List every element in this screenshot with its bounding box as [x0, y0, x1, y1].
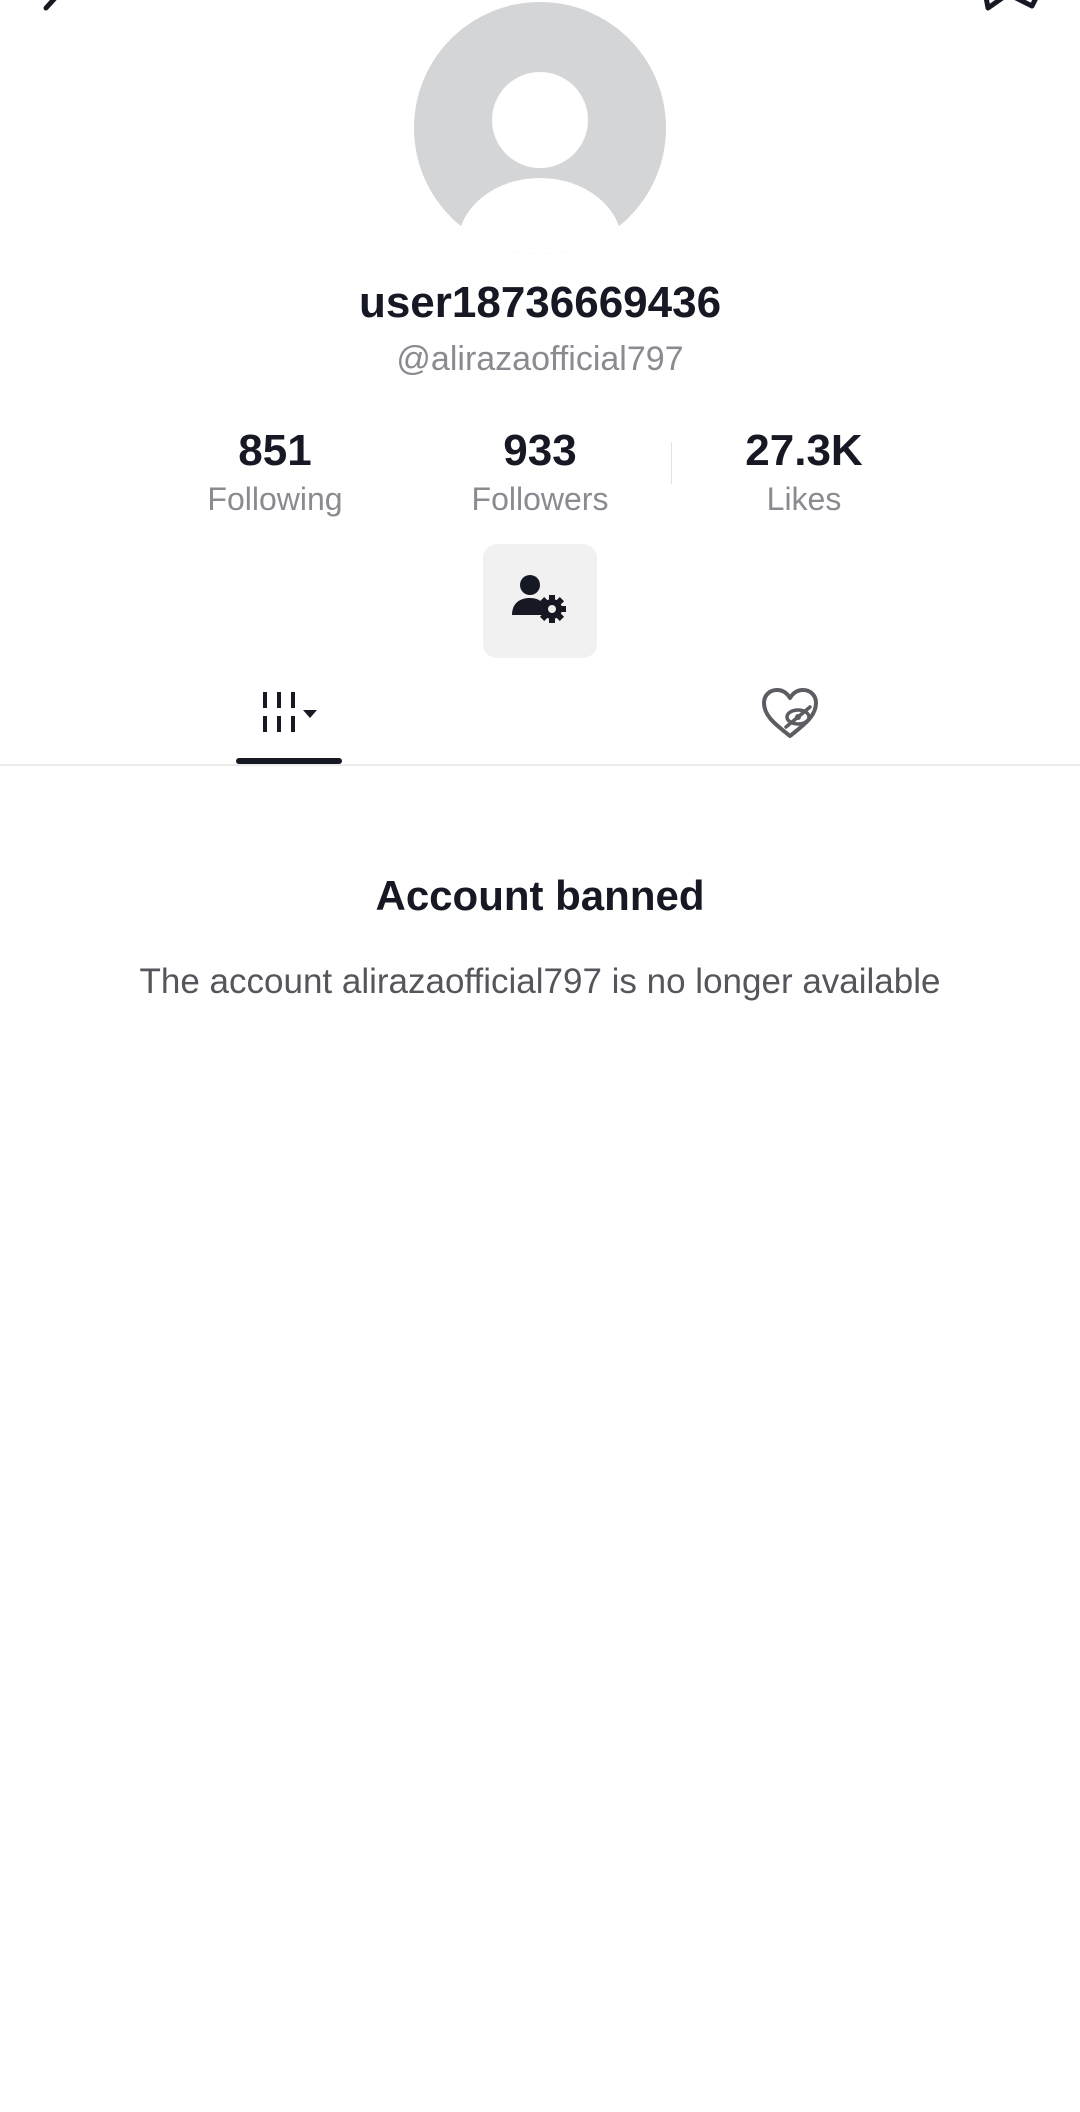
stats-divider — [671, 442, 672, 484]
banned-title: Account banned — [375, 872, 705, 919]
banned-message: The account alirazaofficial797 is no lon… — [139, 962, 941, 1001]
following-stat[interactable]: 851 Following — [145, 426, 405, 520]
back-arrow-icon[interactable] — [36, 0, 96, 26]
followers-stat[interactable]: 933 Followers — [410, 426, 670, 520]
share-icon[interactable] — [980, 0, 1044, 26]
profile-settings-button[interactable] — [483, 544, 597, 658]
videos-grid-icon — [263, 692, 317, 732]
tab-videos[interactable] — [236, 672, 342, 764]
liked-heart-hidden-icon — [762, 688, 818, 738]
following-count: 851 — [238, 426, 312, 475]
followers-count: 933 — [503, 426, 577, 475]
likes-stat[interactable]: 27.3K Likes — [674, 426, 934, 520]
followers-label: Followers — [471, 481, 609, 517]
likes-count: 27.3K — [745, 426, 863, 475]
username-handle: @alirazaofficial797 — [396, 340, 684, 378]
following-label: Following — [207, 481, 343, 517]
tab-liked[interactable] — [750, 672, 830, 764]
user-gear-icon — [512, 575, 566, 623]
default-avatar-icon — [458, 72, 622, 254]
avatar — [414, 2, 666, 254]
likes-label: Likes — [766, 481, 842, 517]
tabs-divider — [0, 764, 1080, 766]
display-name: user18736669436 — [358, 278, 722, 327]
